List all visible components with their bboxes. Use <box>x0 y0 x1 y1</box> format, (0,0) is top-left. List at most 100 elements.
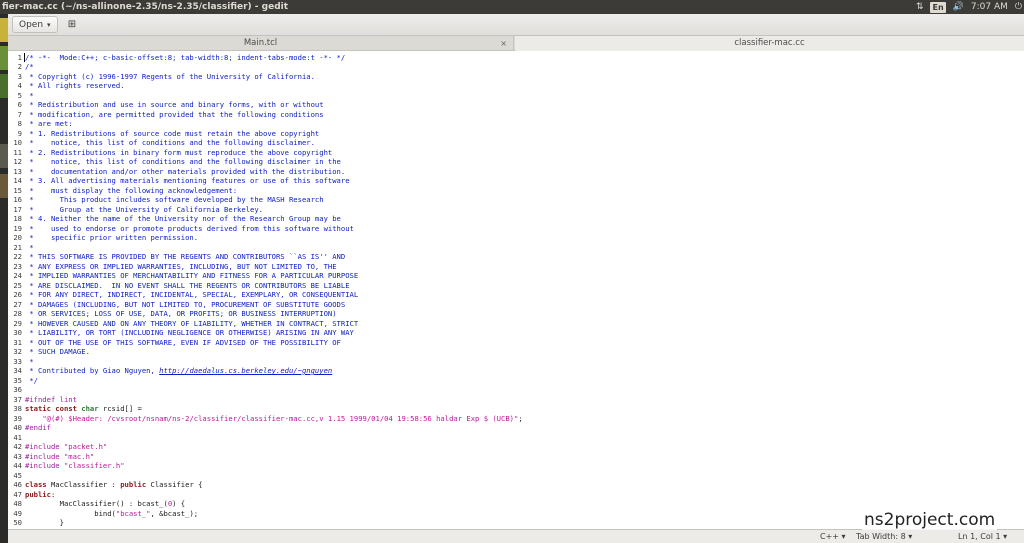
code-token: , &bcast_); <box>150 508 199 518</box>
code-line[interactable]: 24 * IMPLIED WARRANTIES OF MERCHANTABILI… <box>13 271 1024 281</box>
code-line[interactable]: 19 * used to endorse or promote products… <box>13 224 1024 234</box>
code-line[interactable]: 43 #include "mac.h" <box>13 452 1024 462</box>
code-line[interactable]: 1/* -*- Mode:C++; c-basic-offset:8; tab-… <box>18 52 1024 63</box>
code-text: * IMPLIED WARRANTIES OF MERCHANTABILITY … <box>25 271 358 281</box>
code-line[interactable]: 35 */ <box>13 376 1024 386</box>
code-token: * THIS SOFTWARE IS PROVIDED BY THE REGEN… <box>25 252 346 261</box>
text-cursor <box>24 52 25 62</box>
code-line[interactable]: 21 * <box>13 243 1024 253</box>
line-number: 39 <box>13 413 22 423</box>
code-line[interactable]: 2/* <box>18 62 1024 72</box>
code-line[interactable]: 26 * FOR ANY DIRECT, INDIRECT, INCIDENTA… <box>13 290 1024 300</box>
code-line[interactable]: 44 #include "classifier.h" <box>13 461 1024 471</box>
code-line[interactable]: 15 * must display the following acknowle… <box>13 186 1024 196</box>
code-area[interactable]: 1/* -*- Mode:C++; c-basic-offset:8; tab-… <box>13 51 1024 529</box>
code-line[interactable]: 25 * ARE DISCLAIMED. IN NO EVENT SHALL T… <box>13 281 1024 291</box>
code-text: * <box>25 90 34 101</box>
code-line[interactable]: 41 <box>13 433 1024 443</box>
code-line[interactable]: 7 * modification, are permitted provided… <box>18 110 1024 120</box>
close-icon[interactable]: × <box>500 36 507 51</box>
code-token: public <box>25 489 51 499</box>
line-number: 42 <box>13 442 22 451</box>
code-token: * LIABILITY, OR TORT (INCLUDING NEGLIGEN… <box>25 328 354 337</box>
code-line[interactable]: 38 static const char rcsid[] = <box>13 404 1024 414</box>
code-line[interactable]: 31 * OUT OF THE USE OF THIS SOFTWARE, EV… <box>13 338 1024 348</box>
code-line[interactable]: 13 * documentation and/or other material… <box>13 167 1024 177</box>
code-line[interactable]: 23 * ANY EXPRESS OR IMPLIED WARRANTIES, … <box>13 262 1024 272</box>
volume-icon[interactable]: 🔊 <box>953 0 964 14</box>
code-line[interactable]: 33 * <box>13 357 1024 367</box>
system-top-bar: fier-mac.cc (~/ns-allinone-2.35/ns-2.35/… <box>0 0 1024 14</box>
code-line[interactable]: 22 * THIS SOFTWARE IS PROVIDED BY THE RE… <box>13 252 1024 262</box>
line-number: 25 <box>13 280 22 290</box>
code-line[interactable]: 30 * LIABILITY, OR TORT (INCLUDING NEGLI… <box>13 328 1024 338</box>
code-editor[interactable]: 1/* -*- Mode:C++; c-basic-offset:8; tab-… <box>8 51 1024 529</box>
code-line[interactable]: 40 #endif <box>13 423 1024 433</box>
tab-classifier-mac-cc[interactable]: classifier-mac.cc <box>515 36 1024 51</box>
line-number: 10 <box>13 138 22 147</box>
code-line[interactable]: 14 * 3. All advertising materials mentio… <box>13 176 1024 186</box>
open-button[interactable]: Open ▾ <box>12 16 58 33</box>
code-token: * This product includes software develop… <box>25 195 324 204</box>
launcher-app-icon[interactable] <box>0 174 8 198</box>
code-line[interactable]: 37 #ifndef lint <box>13 395 1024 405</box>
launcher-app-icon[interactable] <box>0 144 8 168</box>
code-line[interactable]: 5 * <box>18 90 1024 101</box>
code-line[interactable]: 39 "@(#) $Header: /cvsroot/nsnam/ns-2/cl… <box>13 414 1024 424</box>
code-text: * documentation and/or other materials p… <box>25 167 345 177</box>
line-number: 14 <box>13 176 22 185</box>
code-line[interactable]: 9 * 1. Redistributions of source code mu… <box>18 129 1024 139</box>
code-line[interactable]: 27 * DAMAGES (INCLUDING, BUT NOT LIMITED… <box>13 300 1024 310</box>
line-number: 5 <box>17 90 22 100</box>
code-line[interactable]: 8 * are met: <box>18 119 1024 129</box>
code-line[interactable]: 47 public: <box>13 489 1024 500</box>
code-line[interactable]: 36 <box>13 385 1024 395</box>
line-number: 9 <box>17 128 22 138</box>
code-line[interactable]: 11 * 2. Redistributions in binary form m… <box>13 148 1024 158</box>
launcher-app-icon[interactable] <box>0 18 8 42</box>
clock[interactable]: 7:07 AM <box>971 0 1008 14</box>
code-line[interactable]: 12 * notice, this list of conditions and… <box>13 157 1024 167</box>
code-text: * Contributed by Giao Nguyen, http://dae… <box>25 366 332 376</box>
line-number: 7 <box>17 109 22 119</box>
tab-label: classifier-mac.cc <box>734 38 805 48</box>
tab-width-selector[interactable]: Tab Width: 8 ▾ <box>856 530 912 543</box>
line-number: 43 <box>13 451 22 461</box>
code-line[interactable]: 48 MacClassifier() : bcast_(0) { <box>13 499 1024 509</box>
code-text: static const char rcsid[] = <box>25 404 142 414</box>
code-line[interactable]: 20 * specific prior written permission. <box>13 233 1024 243</box>
tab-main-tcl[interactable]: Main.tcl × <box>8 36 514 51</box>
code-line[interactable]: 3 * Copyright (c) 1996-1997 Regents of t… <box>18 72 1024 82</box>
code-token: * Contributed by Giao Nguyen, <box>25 366 160 375</box>
code-line[interactable]: 45 <box>13 471 1024 481</box>
code-line[interactable]: 29 * HOWEVER CAUSED AND ON ANY THEORY OF… <box>13 319 1024 329</box>
code-line[interactable]: 6 * Redistribution and use in source and… <box>18 100 1024 110</box>
session-icon[interactable]: ⏻ <box>1015 0 1022 14</box>
code-token: MacClassifier() : bcast_( <box>25 499 168 508</box>
code-line[interactable]: 46 class MacClassifier : public Classifie… <box>13 480 1024 490</box>
code-line[interactable]: 18 * 4. Neither the name of the Universi… <box>13 214 1024 224</box>
code-line[interactable]: 32 * SUCH DAMAGE. <box>13 347 1024 357</box>
code-text: * All rights reserved. <box>25 81 124 91</box>
code-line[interactable]: 28 * OR SERVICES; LOSS OF USE, DATA, OR … <box>13 309 1024 319</box>
network-icon[interactable]: ⇅ <box>916 0 924 14</box>
new-document-icon[interactable]: ⊞ <box>64 17 80 32</box>
code-line[interactable]: 34 * Contributed by Giao Nguyen, http://… <box>13 366 1024 376</box>
code-line[interactable]: 16 * This product includes software deve… <box>13 195 1024 205</box>
launcher-strip <box>0 14 8 543</box>
code-line[interactable]: 42 #include "packet.h" <box>13 442 1024 452</box>
cursor-position[interactable]: Ln 1, Col 1 ▾ <box>958 530 1007 543</box>
code-line[interactable]: 4 * All rights reserved. <box>18 81 1024 91</box>
code-token: * <box>25 90 34 100</box>
language-selector[interactable]: C++ ▾ <box>820 530 846 543</box>
code-line[interactable]: 17 * Group at the University of Californ… <box>13 205 1024 215</box>
code-text: /* -*- Mode:C++; c-basic-offset:8; tab-w… <box>25 53 345 63</box>
line-number: 23 <box>13 261 22 271</box>
code-line[interactable]: 10 * notice, this list of conditions and… <box>13 138 1024 148</box>
launcher-app-icon[interactable] <box>0 74 8 98</box>
keyboard-layout-indicator[interactable]: En <box>930 1 946 13</box>
line-number: 28 <box>13 309 22 318</box>
launcher-app-icon[interactable] <box>0 46 8 70</box>
code-text: * Redistribution and use in source and b… <box>25 100 323 110</box>
code-text: #ifndef lint <box>25 395 77 405</box>
